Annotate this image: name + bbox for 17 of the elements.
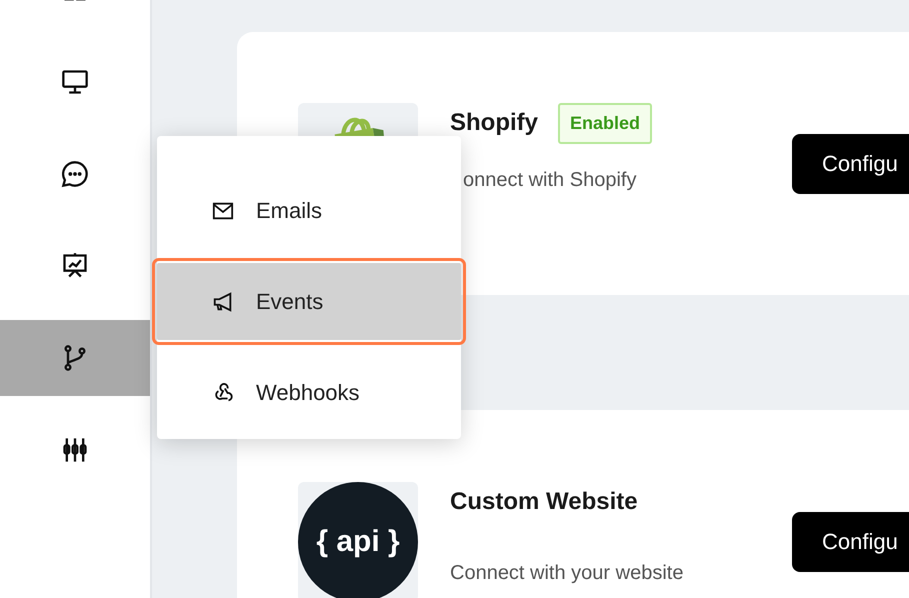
webhook-icon: [212, 382, 234, 404]
presentation-chart-icon: [61, 252, 89, 280]
monitor-icon: [61, 68, 89, 96]
integration-name: Shopify: [450, 109, 538, 137]
menu-item[interactable]: Emails: [157, 172, 461, 249]
menu-item[interactable]: Webhooks: [157, 354, 461, 431]
sliders-icon: [61, 436, 89, 464]
integration-description: onnect with Shopify: [463, 169, 638, 192]
menu-item[interactable]: Events: [157, 263, 461, 340]
status-badge: Enabled: [558, 102, 652, 144]
configure-button[interactable]: Configu: [792, 134, 909, 194]
api-logo: { api }: [298, 482, 418, 598]
configure-button[interactable]: Configu: [792, 512, 909, 572]
chat-icon: [61, 160, 89, 188]
integration-name: Custom Website: [450, 488, 638, 516]
megaphone-icon: [212, 290, 234, 312]
integration-description: Connect with your website: [450, 562, 684, 585]
